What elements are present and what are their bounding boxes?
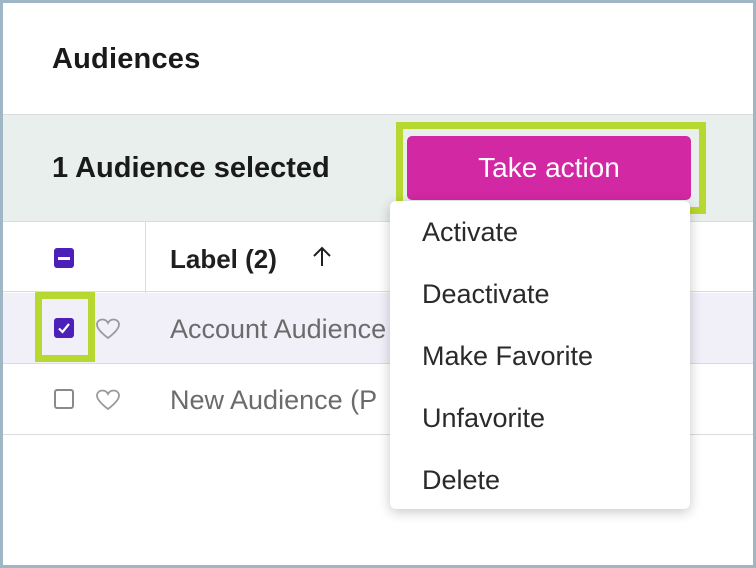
label-column-header[interactable]: Label (2) — [170, 244, 277, 275]
row-label[interactable]: Account Audience (P — [170, 314, 421, 345]
select-all-checkbox[interactable] — [54, 248, 74, 268]
selection-count-text: 1 Audience selected — [52, 152, 330, 184]
heart-icon[interactable] — [95, 389, 121, 411]
row-label[interactable]: New Audience (P — [170, 385, 377, 416]
row-checkbox[interactable] — [54, 389, 74, 409]
audiences-panel: Audiences 1 Audience selected Label (2) … — [3, 3, 753, 565]
arrow-up-icon[interactable] — [311, 245, 333, 269]
take-action-menu: Activate Deactivate Make Favorite Unfavo… — [390, 201, 690, 509]
menu-item-make-favorite[interactable]: Make Favorite — [422, 341, 593, 381]
column-divider — [145, 222, 146, 293]
page-title: Audiences — [52, 43, 201, 75]
menu-item-delete[interactable]: Delete — [422, 465, 500, 505]
menu-item-unfavorite[interactable]: Unfavorite — [422, 403, 545, 443]
menu-item-activate[interactable]: Activate — [422, 217, 518, 257]
checkbox-highlight — [35, 292, 95, 362]
take-action-button[interactable]: Take action — [407, 136, 691, 200]
menu-item-deactivate[interactable]: Deactivate — [422, 279, 550, 319]
heart-icon[interactable] — [95, 318, 121, 340]
